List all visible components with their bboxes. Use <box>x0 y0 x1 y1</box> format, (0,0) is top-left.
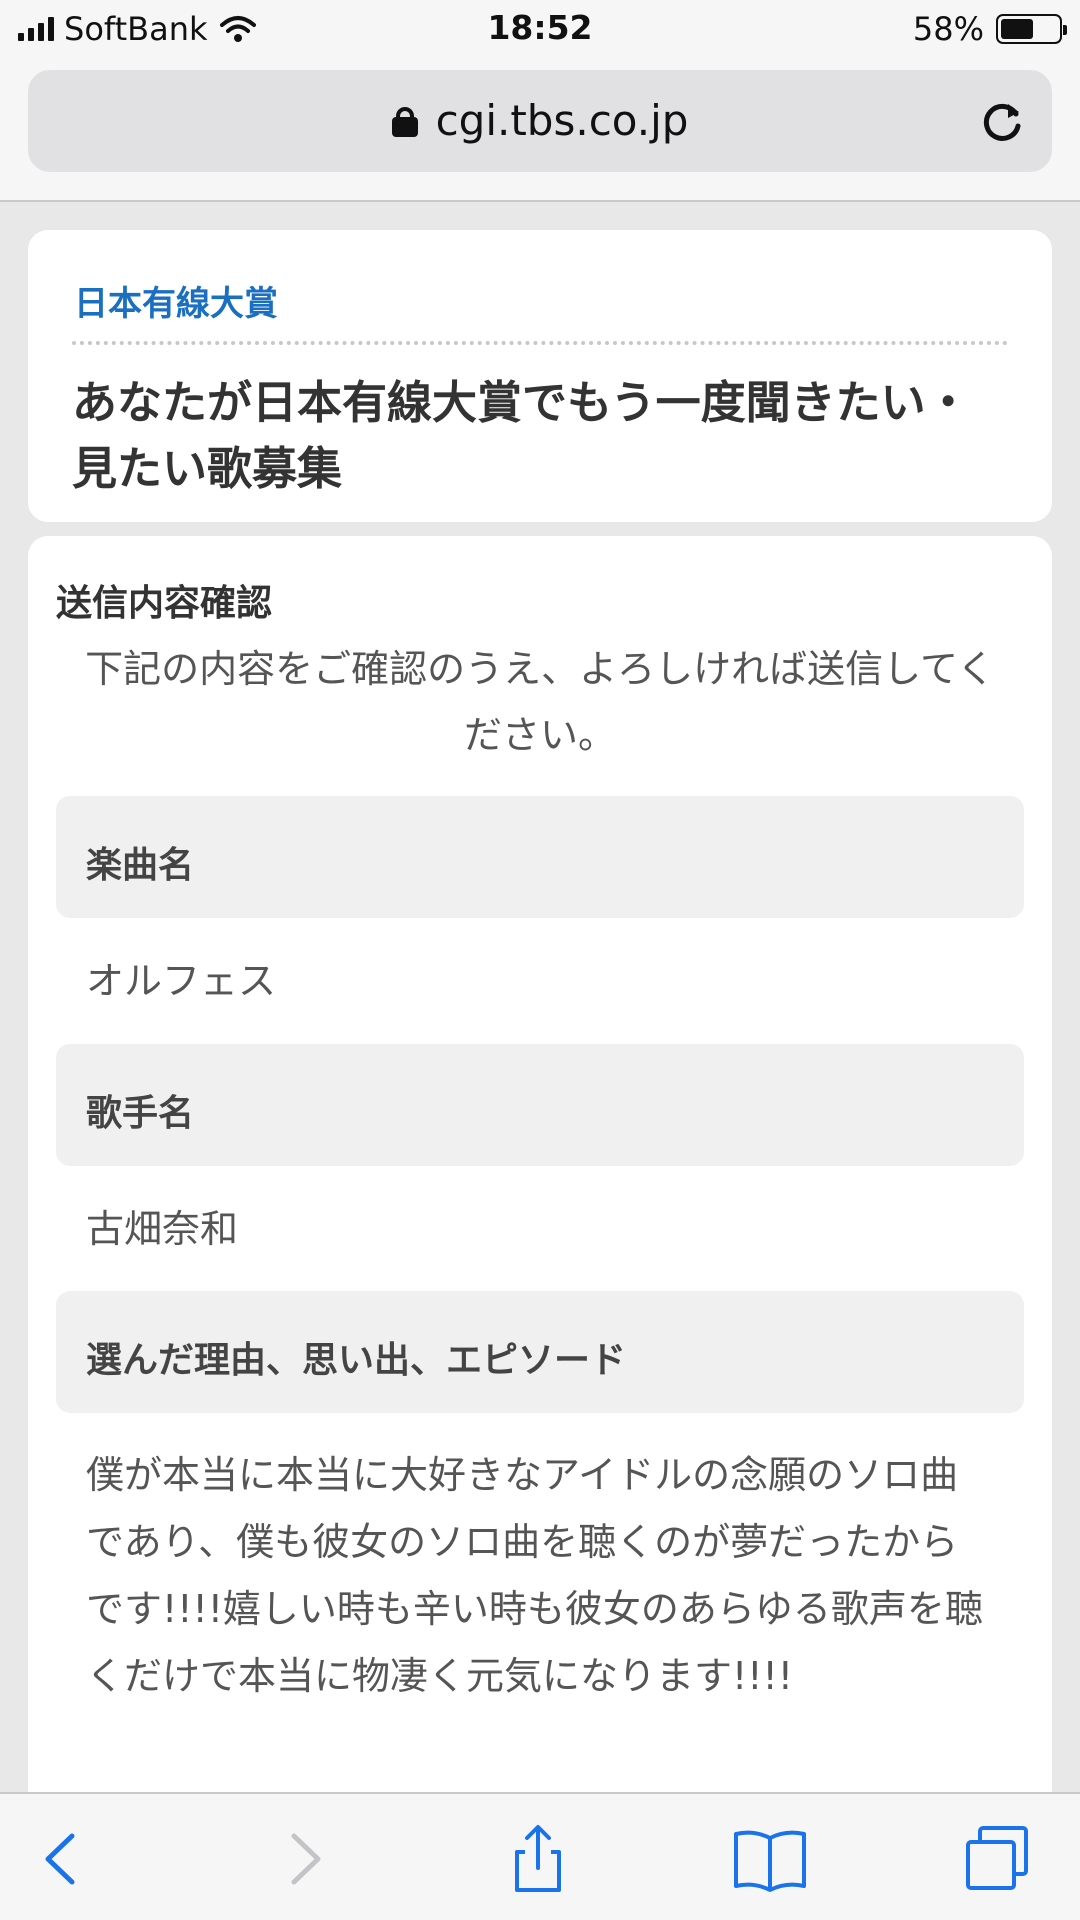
address-bar[interactable]: cgi.tbs.co.jp <box>28 70 1052 172</box>
header-card: 日本有線大賞 あなたが日本有線大賞でもう一度聞きたい・見たい歌募集 <box>28 230 1052 522</box>
field-value-singer: 古畑奈和 <box>86 1207 239 1251</box>
field-value-song: オルフェス <box>86 959 277 1003</box>
tabs-icon[interactable] <box>962 1824 1032 1894</box>
field-label-reason: 選んだ理由、思い出、エピソード <box>56 1291 1024 1413</box>
forward-icon[interactable] <box>268 1824 338 1894</box>
bookmarks-icon[interactable] <box>730 1824 810 1894</box>
back-icon[interactable] <box>28 1824 98 1894</box>
site-name[interactable]: 日本有線大賞 <box>74 276 278 325</box>
field-label-text: 歌手名 <box>86 1093 195 1134</box>
section-title: 送信内容確認 <box>56 583 273 624</box>
instruction-text: 下記の内容をご確認のうえ、よろしければ送信してください。 <box>85 647 995 757</box>
field-label-song: 楽曲名 <box>56 796 1024 918</box>
field-value-reason: 僕が本当に本当に大好きなアイドルの念願のソロ曲であり、僕も彼女のソロ曲を聴くのが… <box>86 1453 983 1698</box>
page-title: あなたが日本有線大賞でもう一度聞きたい・見たい歌募集 <box>72 376 971 495</box>
url-display[interactable]: cgi.tbs.co.jp <box>28 96 1052 145</box>
browser-toolbar <box>0 1792 1080 1920</box>
field-label-singer: 歌手名 <box>56 1044 1024 1166</box>
field-label-text: 楽曲名 <box>86 845 195 886</box>
battery-icon <box>996 14 1067 44</box>
url-text: cgi.tbs.co.jp <box>435 96 689 145</box>
field-label-text: 選んだ理由、思い出、エピソード <box>86 1340 627 1381</box>
reload-icon[interactable] <box>978 96 1028 146</box>
confirm-card: 送信内容確認 下記の内容をご確認のうえ、よろしければ送信してください。 楽曲名 … <box>28 536 1052 1792</box>
battery-percent: 58% <box>912 10 984 48</box>
browser-address-area: cgi.tbs.co.jp <box>0 58 1080 202</box>
share-icon[interactable] <box>503 1824 573 1894</box>
battery-fill <box>1001 19 1034 39</box>
page-content: 日本有線大賞 あなたが日本有線大賞でもう一度聞きたい・見たい歌募集 送信内容確認… <box>0 204 1080 1792</box>
status-bar: SoftBank 18:52 58% <box>0 0 1080 58</box>
dotted-divider <box>72 341 1008 345</box>
lock-icon <box>391 107 418 137</box>
status-right: 58% <box>912 10 1067 48</box>
